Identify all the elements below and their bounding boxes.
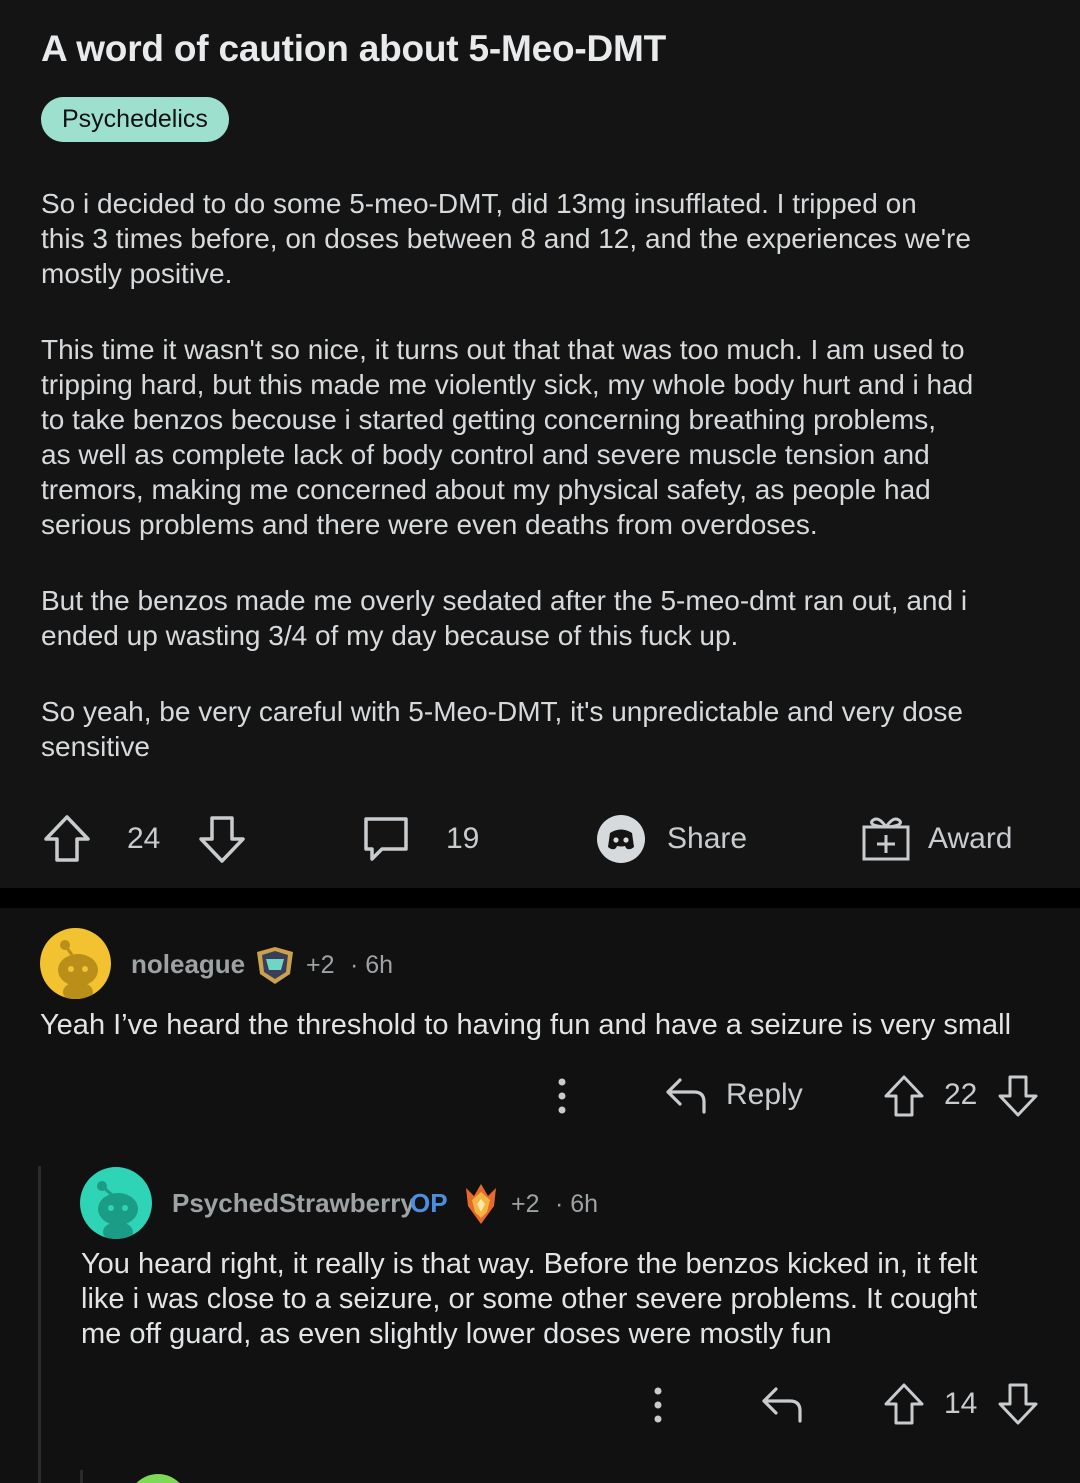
upvote-icon[interactable] xyxy=(42,814,92,864)
gift-icon[interactable] xyxy=(861,813,911,863)
achievement-badge-icon xyxy=(466,1184,496,1224)
comment-body: You heard right, it really is that way. … xyxy=(81,1248,978,1350)
more-options-icon[interactable] xyxy=(648,1386,668,1424)
user-karma: +2 xyxy=(306,951,335,979)
snoo-avatar-icon xyxy=(97,1181,138,1239)
user-karma: +2 xyxy=(511,1190,540,1218)
post-action-bar: 24 19 Share Award xyxy=(0,808,1080,870)
thread-line xyxy=(80,1470,83,1483)
comment-score: 14 xyxy=(944,1387,978,1420)
share-button[interactable]: Share xyxy=(667,808,747,870)
snoo-avatar-icon xyxy=(58,940,98,999)
post-card: A word of caution about 5-Meo-DMT Psyche… xyxy=(0,0,1080,888)
comment-timestamp: · 6h xyxy=(555,1190,599,1218)
post-score: 24 xyxy=(127,822,161,855)
achievement-badge-icon xyxy=(257,947,293,984)
award-button[interactable]: Award xyxy=(928,808,1013,870)
downvote-icon[interactable] xyxy=(997,1382,1039,1426)
comment-username[interactable]: noleague xyxy=(131,949,245,980)
post-paragraph: This time it wasn't so nice, it turns ou… xyxy=(41,334,974,540)
reply-button[interactable]: Reply xyxy=(726,1078,803,1112)
upvote-icon[interactable] xyxy=(883,1074,925,1118)
downvote-icon[interactable] xyxy=(997,1074,1039,1118)
comment-count[interactable]: 19 xyxy=(446,808,479,870)
comment-icon[interactable] xyxy=(360,813,412,865)
comment-username[interactable]: PsychedStrawberry xyxy=(172,1188,415,1219)
upvote-icon[interactable] xyxy=(883,1382,925,1426)
share-icon[interactable] xyxy=(596,814,646,864)
post-paragraph: But the benzos made me overly sedated af… xyxy=(41,585,968,651)
op-badge: OP xyxy=(410,1188,448,1218)
comment-body: Yeah I’ve heard the threshold to having … xyxy=(40,1009,1012,1041)
comment-score: 22 xyxy=(944,1078,978,1111)
reply-icon[interactable] xyxy=(664,1076,708,1116)
section-divider xyxy=(0,888,1080,908)
reply-icon[interactable] xyxy=(760,1385,804,1425)
thread-line[interactable] xyxy=(38,1166,41,1483)
downvote-icon[interactable] xyxy=(197,814,247,864)
post-title: A word of caution about 5-Meo-DMT xyxy=(41,28,667,69)
avatar[interactable] xyxy=(80,1167,152,1239)
avatar[interactable] xyxy=(40,928,111,999)
comment-timestamp: · 6h xyxy=(350,951,394,979)
post-paragraph: So yeah, be very careful with 5-Meo-DMT,… xyxy=(41,696,964,762)
more-options-icon[interactable] xyxy=(552,1077,572,1115)
post-paragraph: So i decided to do some 5-meo-DMT, did 1… xyxy=(41,188,971,289)
flair-badge[interactable]: Psychedelics xyxy=(41,97,229,142)
